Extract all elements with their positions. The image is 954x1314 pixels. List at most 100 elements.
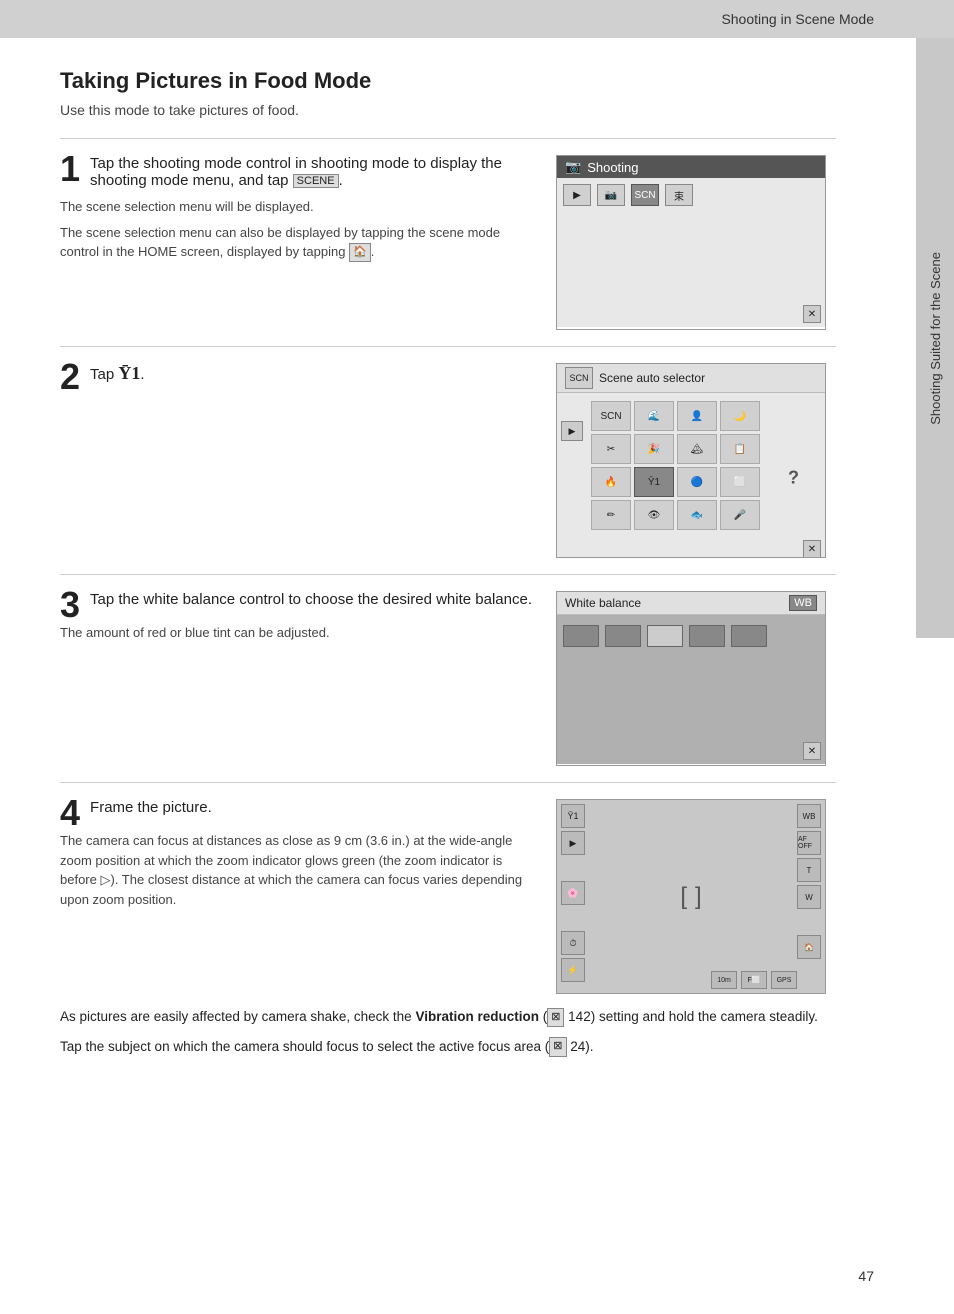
step-1-left: 1 Tap the shooting mode control in shoot… (60, 155, 536, 330)
footer-notes: As pictures are easily affected by camer… (60, 1006, 836, 1057)
cam3-topbar: White balance WB (557, 592, 825, 615)
sidebar-label: Shooting Suited for the Scene (928, 252, 943, 425)
cam4-bracket-left: [ (680, 883, 687, 911)
cam2-left-controls: ▶ (561, 421, 583, 441)
page-number: 47 (858, 1268, 874, 1284)
cam2-grid-wrapper: SCN 🌊 👤 🌙 ✂ 🎉 🏔 📋 🔥 Ȳ1 🔵 ⬜ (591, 397, 819, 530)
header-title: Shooting in Scene Mode (721, 11, 874, 27)
cam2-cell-night: 🌙 (720, 401, 760, 431)
cam3-slider-4 (689, 625, 725, 647)
step-3-number: 3 (60, 587, 80, 623)
cam1-close-btn[interactable]: ✕ (803, 305, 821, 323)
cam4-macro-icon: 🌸 (561, 881, 585, 905)
cam4-home-icon: 🏠 (797, 935, 821, 959)
footnote-icon-2: ⊠ (549, 1037, 566, 1057)
step-1-number: 1 (60, 151, 80, 187)
cam4-bracket-right: ] (695, 883, 702, 911)
cam3-close-btn[interactable]: ✕ (803, 742, 821, 760)
cam4-spacer2 (561, 908, 585, 928)
header-bar: Shooting in Scene Mode (0, 0, 954, 38)
cam4-self-timer-icon: ⏱ (561, 931, 585, 955)
scene-icon: SCENE (293, 174, 339, 188)
cam3-wb-label: White balance (565, 596, 641, 610)
cam1-playback-icon: ▶ (563, 184, 591, 206)
cam3-slider-3 (647, 625, 683, 647)
cam1-shooting-label: Shooting (587, 160, 638, 175)
cam4-play-icon: ▶ (561, 831, 585, 855)
cam2-cell-snow: 📋 (720, 434, 760, 464)
cam4-right-icons: WB AF OFF T W 🏠 (797, 804, 821, 959)
cam2-cell-sketch: 👁 (634, 500, 674, 530)
cam3-mockup: White balance WB ✕ (556, 591, 826, 766)
cam4-spacer (561, 858, 585, 878)
cam4-gps-icon: GPS (771, 971, 797, 989)
cam4-flash-icon: ⚡ (561, 958, 585, 982)
cam4-wb-right-icon: WB (797, 804, 821, 828)
cam3-slider-2 (605, 625, 641, 647)
step-2-left: 2 Tap Ȳ1. (60, 363, 536, 558)
step-1-note-2: The scene selection menu can also be dis… (60, 223, 536, 262)
cam3-slider-5 (731, 625, 767, 647)
cam1-icons-row: ▶ 📷 SCN 束 (563, 184, 819, 206)
step-4-header: 4 Frame the picture. The camera can focu… (60, 799, 836, 994)
cam4-zoom-w-icon: W (797, 885, 821, 909)
cam1-body: ▶ 📷 SCN 束 ✕ (557, 178, 825, 327)
step-4-number: 4 (60, 795, 80, 831)
cam2-cell-museum: 🔵 (677, 467, 717, 497)
step-1-container: 1 Tap the shooting mode control in shoot… (60, 138, 836, 346)
arrow-icon: ▷ (100, 872, 110, 887)
cam3-wb-icon: WB (789, 595, 817, 611)
cam2-cell-sport: ✂ (591, 434, 631, 464)
step-1-camera-ui: 📷 Shooting ▶ 📷 SCN 束 ✕ (556, 155, 836, 330)
step-4-note: The camera can focus at distances as clo… (60, 831, 536, 909)
cam2-cell-fire: 🔥 (591, 467, 631, 497)
step-3-camera-ui: White balance WB ✕ (556, 591, 836, 766)
cam4-af-icon: AF OFF (797, 831, 821, 855)
cam1-scene-icon: SCN (631, 184, 659, 206)
cam1-mockup: 📷 Shooting ▶ 📷 SCN 束 ✕ (556, 155, 826, 330)
cam2-cell-voice: 🎤 (720, 500, 760, 530)
cam2-cell-copy: ⬜ (720, 467, 760, 497)
cam4-qual-icon: F⬜ (741, 971, 767, 989)
cam1-symbol-icon: 束 (665, 184, 693, 206)
step-4-container: 4 Frame the picture. The camera can focu… (60, 782, 836, 1057)
cam3-slider-row (563, 625, 819, 647)
step-2-number: 2 (60, 359, 80, 395)
page-subtitle: Use this mode to take pictures of food. (60, 102, 836, 118)
cam1-camera-icon: 📷 (565, 159, 581, 175)
cam4-left-icons: Ȳ1 ▶ 🌸 ⏱ ⚡ (561, 804, 585, 982)
step-2-camera-ui: SCN Scene auto selector SCN 🌊 👤 🌙 ✂ 🎉 🏔 (556, 363, 836, 558)
step-2-container: 2 Tap Ȳ1. SCN Scene auto selector SCN 🌊 (60, 346, 836, 574)
cam1-camera2-icon: 📷 (597, 184, 625, 206)
cam2-body: SCN 🌊 👤 🌙 ✂ 🎉 🏔 📋 🔥 Ȳ1 🔵 ⬜ (557, 393, 825, 558)
cam2-topbar: SCN Scene auto selector (557, 364, 825, 393)
step-3-note: The amount of red or blue tint can be ad… (60, 623, 536, 643)
cam2-cell-party: 🎉 (634, 434, 674, 464)
food-mode-icon: Ȳ1 (118, 363, 140, 383)
step-3-title: Tap the white balance control to choose … (90, 591, 536, 608)
cam2-cell-landscape: 🌊 (634, 401, 674, 431)
sidebar-tab: Shooting Suited for the Scene (916, 38, 954, 638)
cam2-cell-draw: ✏ (591, 500, 631, 530)
step-4-title: Frame the picture. (90, 799, 536, 816)
cam2-mockup: SCN Scene auto selector SCN 🌊 👤 🌙 ✂ 🎉 🏔 (556, 363, 826, 558)
cam2-close-btn[interactable]: ✕ (803, 540, 821, 558)
main-content: Taking Pictures in Food Mode Use this mo… (0, 38, 916, 1125)
cam2-question-mark: ? (788, 467, 799, 488)
cam2-scene-tag: SCN (565, 367, 593, 389)
cam2-playback-icon: ▶ (561, 421, 583, 441)
footer-note-2: Tap the subject on which the camera shou… (60, 1036, 836, 1058)
cam2-cell-food[interactable]: Ȳ1 (634, 467, 674, 497)
cam4-bottom-bar: 10m F⬜ GPS (711, 971, 797, 989)
cam4-focus-brackets: [ ] (680, 883, 701, 911)
vibration-reduction-bold: Vibration reduction (415, 1009, 539, 1024)
step-4-camera-ui: Ȳ1 ▶ 🌸 ⏱ ⚡ WB AF OFF T W 🏠 (556, 799, 836, 994)
step-3-left: 3 Tap the white balance control to choos… (60, 591, 536, 766)
cam2-cell-auto: SCN (591, 401, 631, 431)
cam2-auto-label: Scene auto selector (599, 371, 705, 385)
cam4-mockup: Ȳ1 ▶ 🌸 ⏱ ⚡ WB AF OFF T W 🏠 (556, 799, 826, 994)
cam2-cell-portrait: 👤 (677, 401, 717, 431)
step-1-title: Tap the shooting mode control in shootin… (90, 155, 536, 189)
cam4-food-icon: Ȳ1 (561, 804, 585, 828)
cam2-scene-grid: SCN 🌊 👤 🌙 ✂ 🎉 🏔 📋 🔥 Ȳ1 🔵 ⬜ (591, 401, 760, 530)
